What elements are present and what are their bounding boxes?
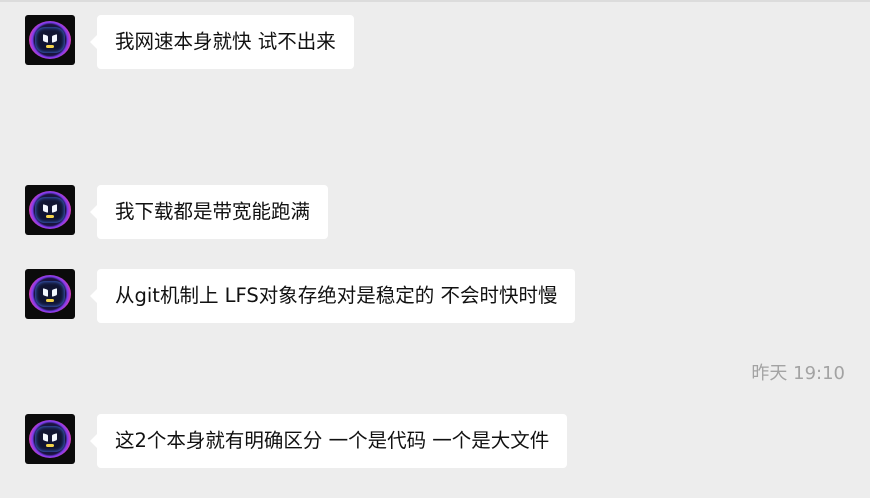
message-bubble[interactable]: 我下载都是带宽能跑满 [89, 185, 329, 239]
chat-message-list[interactable]: 我网速本身就快 试不出来 我下载都是带宽能跑满 从git机制上 LFS对象存绝对… [0, 0, 870, 498]
avatar[interactable] [25, 185, 75, 235]
message-bubble[interactable]: 我网速本身就快 试不出来 [90, 15, 354, 69]
message-bubble[interactable]: 从git机制上 LFS对象存绝对是稳定的 不会时快时慢 [89, 269, 576, 323]
message-bubble[interactable]: 这2个本身就有明确区分 一个是代码 一个是大文件 [89, 414, 568, 468]
avatar[interactable] [25, 414, 75, 464]
avatar[interactable] [25, 269, 75, 319]
avatar[interactable] [25, 15, 75, 65]
message-timestamp: 昨天 19:10 [751, 363, 845, 384]
